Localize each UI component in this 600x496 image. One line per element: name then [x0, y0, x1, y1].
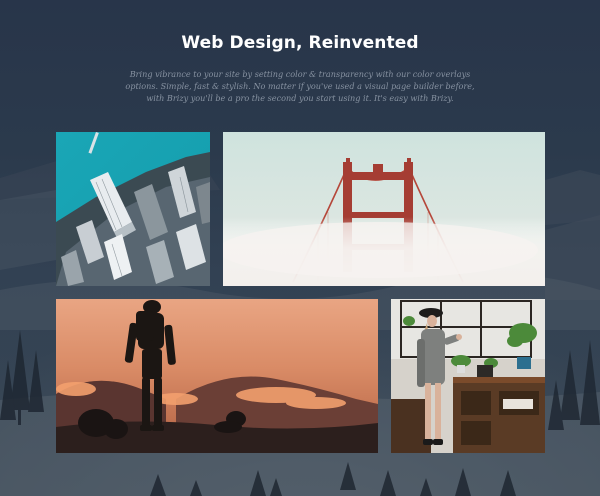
gallery-image-bridge[interactable] [223, 132, 545, 286]
gallery-image-city[interactable] [56, 132, 210, 286]
page-description: Bring vibrance to your site by setting c… [125, 69, 475, 103]
gallery-image-shop[interactable] [391, 299, 545, 453]
gallery-image-hiker[interactable] [56, 299, 378, 453]
page-title: Web Design, Reinvented [181, 33, 419, 53]
